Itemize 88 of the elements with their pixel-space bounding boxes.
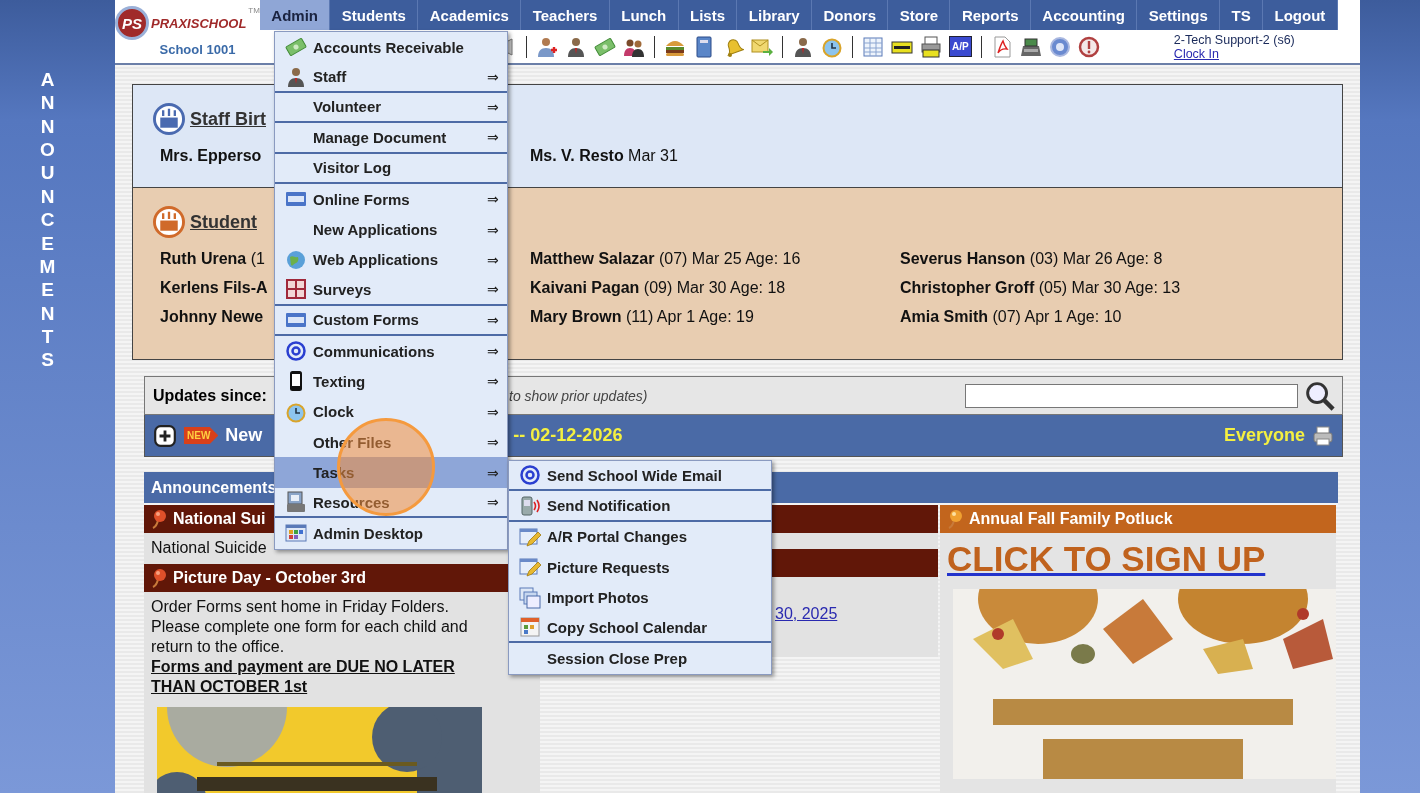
menu-item[interactable]: Volunteer ⇒ [275,92,507,124]
grid-icon [285,278,307,301]
birthday-entry: Severus Hanson (03) Mar 26 Age: 8 [900,250,1163,268]
menu-item[interactable]: Session Close Prep [509,643,771,674]
menu-item[interactable]: Web Applications ⇒ [275,244,507,276]
announcement-text: Order Forms sent home in Friday Folders. Please complete one form for each child and return to the office. [151,597,469,657]
nav-tab[interactable]: Lunch [609,0,679,30]
printer-icon[interactable] [919,35,942,58]
print-icon [1312,424,1334,447]
menu-item[interactable]: Surveys ⇒ [275,275,507,306]
ap-icon[interactable]: A/P [948,36,972,57]
menu-item[interactable]: Copy School Calendar [509,612,771,644]
nav-tab[interactable]: Store [888,0,951,30]
phone-icon [519,494,541,517]
search-icon [1304,379,1336,412]
nav-tab[interactable]: Lists [678,0,738,30]
cash-register-icon[interactable] [1019,35,1042,58]
cake-icon [153,103,185,135]
nav-tab[interactable]: Academics [418,0,522,30]
desktop-icon [285,522,307,545]
menu-item[interactable]: Texting ⇒ [275,366,507,397]
menu-item[interactable]: A/R Portal Changes [509,521,771,553]
menu-item[interactable]: Clock ⇒ [275,396,507,428]
menu-item[interactable]: Admin Desktop [275,518,507,549]
menu-item[interactable]: Accounts Receivable [275,32,507,63]
panel-title[interactable]: Staff Birt [190,108,266,130]
announcements-label: ANNOUNCEMENTS [38,68,57,373]
announcement-title-text: Picture Day - October 3rd [173,569,366,587]
menu-item[interactable]: New Applications ⇒ [275,214,507,245]
printer-icon [285,491,307,514]
at-sign-icon [519,464,541,487]
windows-icon [519,586,541,609]
menu-item[interactable]: Manage Document ⇒ [275,123,507,154]
menu-item[interactable]: Communications ⇒ [275,335,507,367]
birthday-entry: Mary Brown (11) Apr 1 Age: 19 [530,308,754,326]
birthday-entry: Ms. V. Resto Mar 31 [530,147,678,165]
birthday-entry: Mrs. Epperso [160,147,262,165]
nav-tab[interactable]: Donors [812,0,889,30]
globe-icon [285,248,307,271]
edit-icon [519,525,541,548]
nav-tab[interactable]: Reports [950,0,1031,30]
cake-icon [153,206,185,238]
audience-label: Everyone [1223,425,1305,446]
updates-label: Updates since: [153,386,268,405]
person-add-icon[interactable] [535,35,558,58]
announcement-title-text: Annual Fall Family Potluck [969,510,1173,528]
new-badge: NEW [184,427,219,444]
user-name: 2-Tech Support-2 (s6) [1173,32,1295,47]
nav-tab[interactable]: Teachers [521,0,610,30]
nav-tab[interactable]: Logout [1263,0,1338,30]
birthday-entry: Ruth Urena (1 [160,250,265,268]
nav-tab[interactable]: Students [330,0,419,30]
clock-in-link[interactable]: Clock In [1173,46,1295,61]
menu-item[interactable]: Import Photos [509,582,771,613]
birthday-entry: Christopher Groff (05) Mar 30 Age: 13 [900,279,1181,297]
calendar-icon [519,616,541,639]
birthday-entry: Kaivani Pagan (09) Mar 30 Age: 18 [530,279,786,297]
nav-tab[interactable]: Library [737,0,813,30]
nav-tab[interactable]: Accounting [1030,0,1138,30]
menu-item[interactable]: Send Notification [509,491,771,522]
search-field[interactable] [965,383,1298,408]
nav-tab[interactable]: Admin [259,0,331,30]
nav-tab[interactable]: TS [1220,0,1264,30]
edit-icon [519,556,541,579]
birthday-entry: Johnny Newe [160,308,264,326]
panel-title[interactable]: Student [190,211,257,233]
updates-hint: to show prior updates) [509,387,648,404]
menu-item[interactable]: Staff ⇒ [275,62,507,93]
news-date: -- 02-12-2026 [513,425,623,446]
at-sign-icon [285,340,307,363]
birthday-entry: Matthew Salazar (07) Mar 25 Age: 16 [530,250,801,268]
birthday-entry: Kerlens Fils-A [160,279,268,297]
menu-item[interactable]: Send School Wide Email [509,461,771,492]
menu-item[interactable]: Online Forms ⇒ [275,183,507,215]
plus-icon [153,423,177,448]
deadline-notice: Forms and payment are DUE NO LATER THAN OCTOBER 1st [151,657,456,697]
announcement-title-text: National Sui [173,510,266,528]
announcement-link[interactable]: 30, 2025 [775,605,838,623]
menu-item[interactable]: Custom Forms ⇒ [275,305,507,336]
person-icon [285,65,307,88]
announcement-text: National Suicide [151,538,268,558]
menu-item[interactable]: Picture Requests [509,552,771,583]
nav-tab[interactable]: Settings [1137,0,1221,30]
logo: PS PRAXISCHOOL TM School 1001 [115,0,260,63]
help-icon[interactable] [1048,35,1071,58]
stop-icon[interactable] [1077,35,1100,58]
birthday-entry: Amia Smith (07) Apr 1 Age: 10 [900,308,1122,326]
menu-item[interactable]: Visitor Log [275,153,507,184]
